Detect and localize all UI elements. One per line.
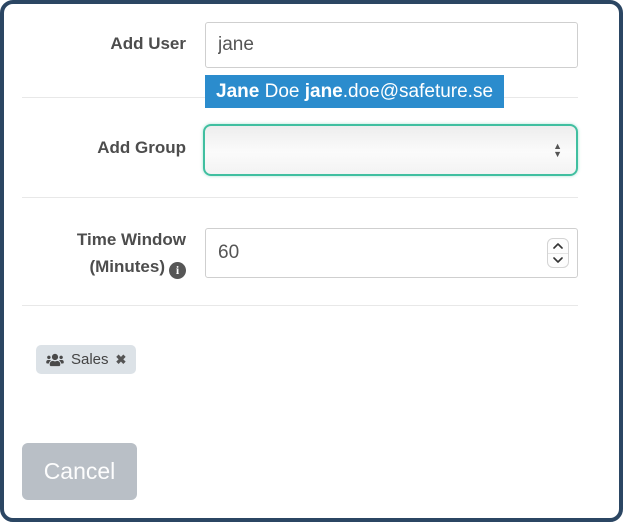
tag-remove-icon[interactable]: ✖ [116, 352, 127, 368]
time-window-label-line2: (Minutes) [89, 257, 165, 276]
suggestion-segment: Jane [216, 80, 260, 102]
users-icon [46, 353, 64, 367]
select-arrows-icon: ▲ ▼ [553, 141, 562, 159]
add-user-input[interactable] [205, 22, 578, 68]
chevron-down-icon [553, 257, 563, 264]
time-window-input[interactable] [205, 228, 578, 278]
divider [22, 197, 578, 198]
autocomplete-suggestion[interactable]: Jane Doe jane .doe@safeture.se [205, 75, 505, 108]
suggestion-segment: jane [304, 80, 343, 102]
info-icon[interactable]: i [169, 262, 186, 279]
number-spinner [547, 238, 569, 268]
add-user-label: Add User [110, 34, 186, 53]
chevron-up-icon [553, 242, 563, 249]
add-group-select[interactable]: ▲ ▼ [203, 124, 578, 176]
tag-label: Sales [71, 351, 109, 368]
time-window-label: Time Window (Minutes) i [0, 226, 186, 280]
cancel-button[interactable]: Cancel [22, 443, 137, 500]
spinner-down-button[interactable] [548, 254, 568, 268]
time-window-label-line1: Time Window [76, 230, 186, 249]
time-window-field [205, 228, 578, 278]
suggestion-segment: .doe@safeture.se [342, 80, 494, 102]
add-group-label: Add Group [97, 138, 186, 157]
divider [22, 305, 578, 306]
group-tag-sales: Sales ✖ [36, 345, 137, 374]
spinner-up-button[interactable] [548, 239, 568, 254]
suggestion-segment: Doe [259, 80, 305, 102]
